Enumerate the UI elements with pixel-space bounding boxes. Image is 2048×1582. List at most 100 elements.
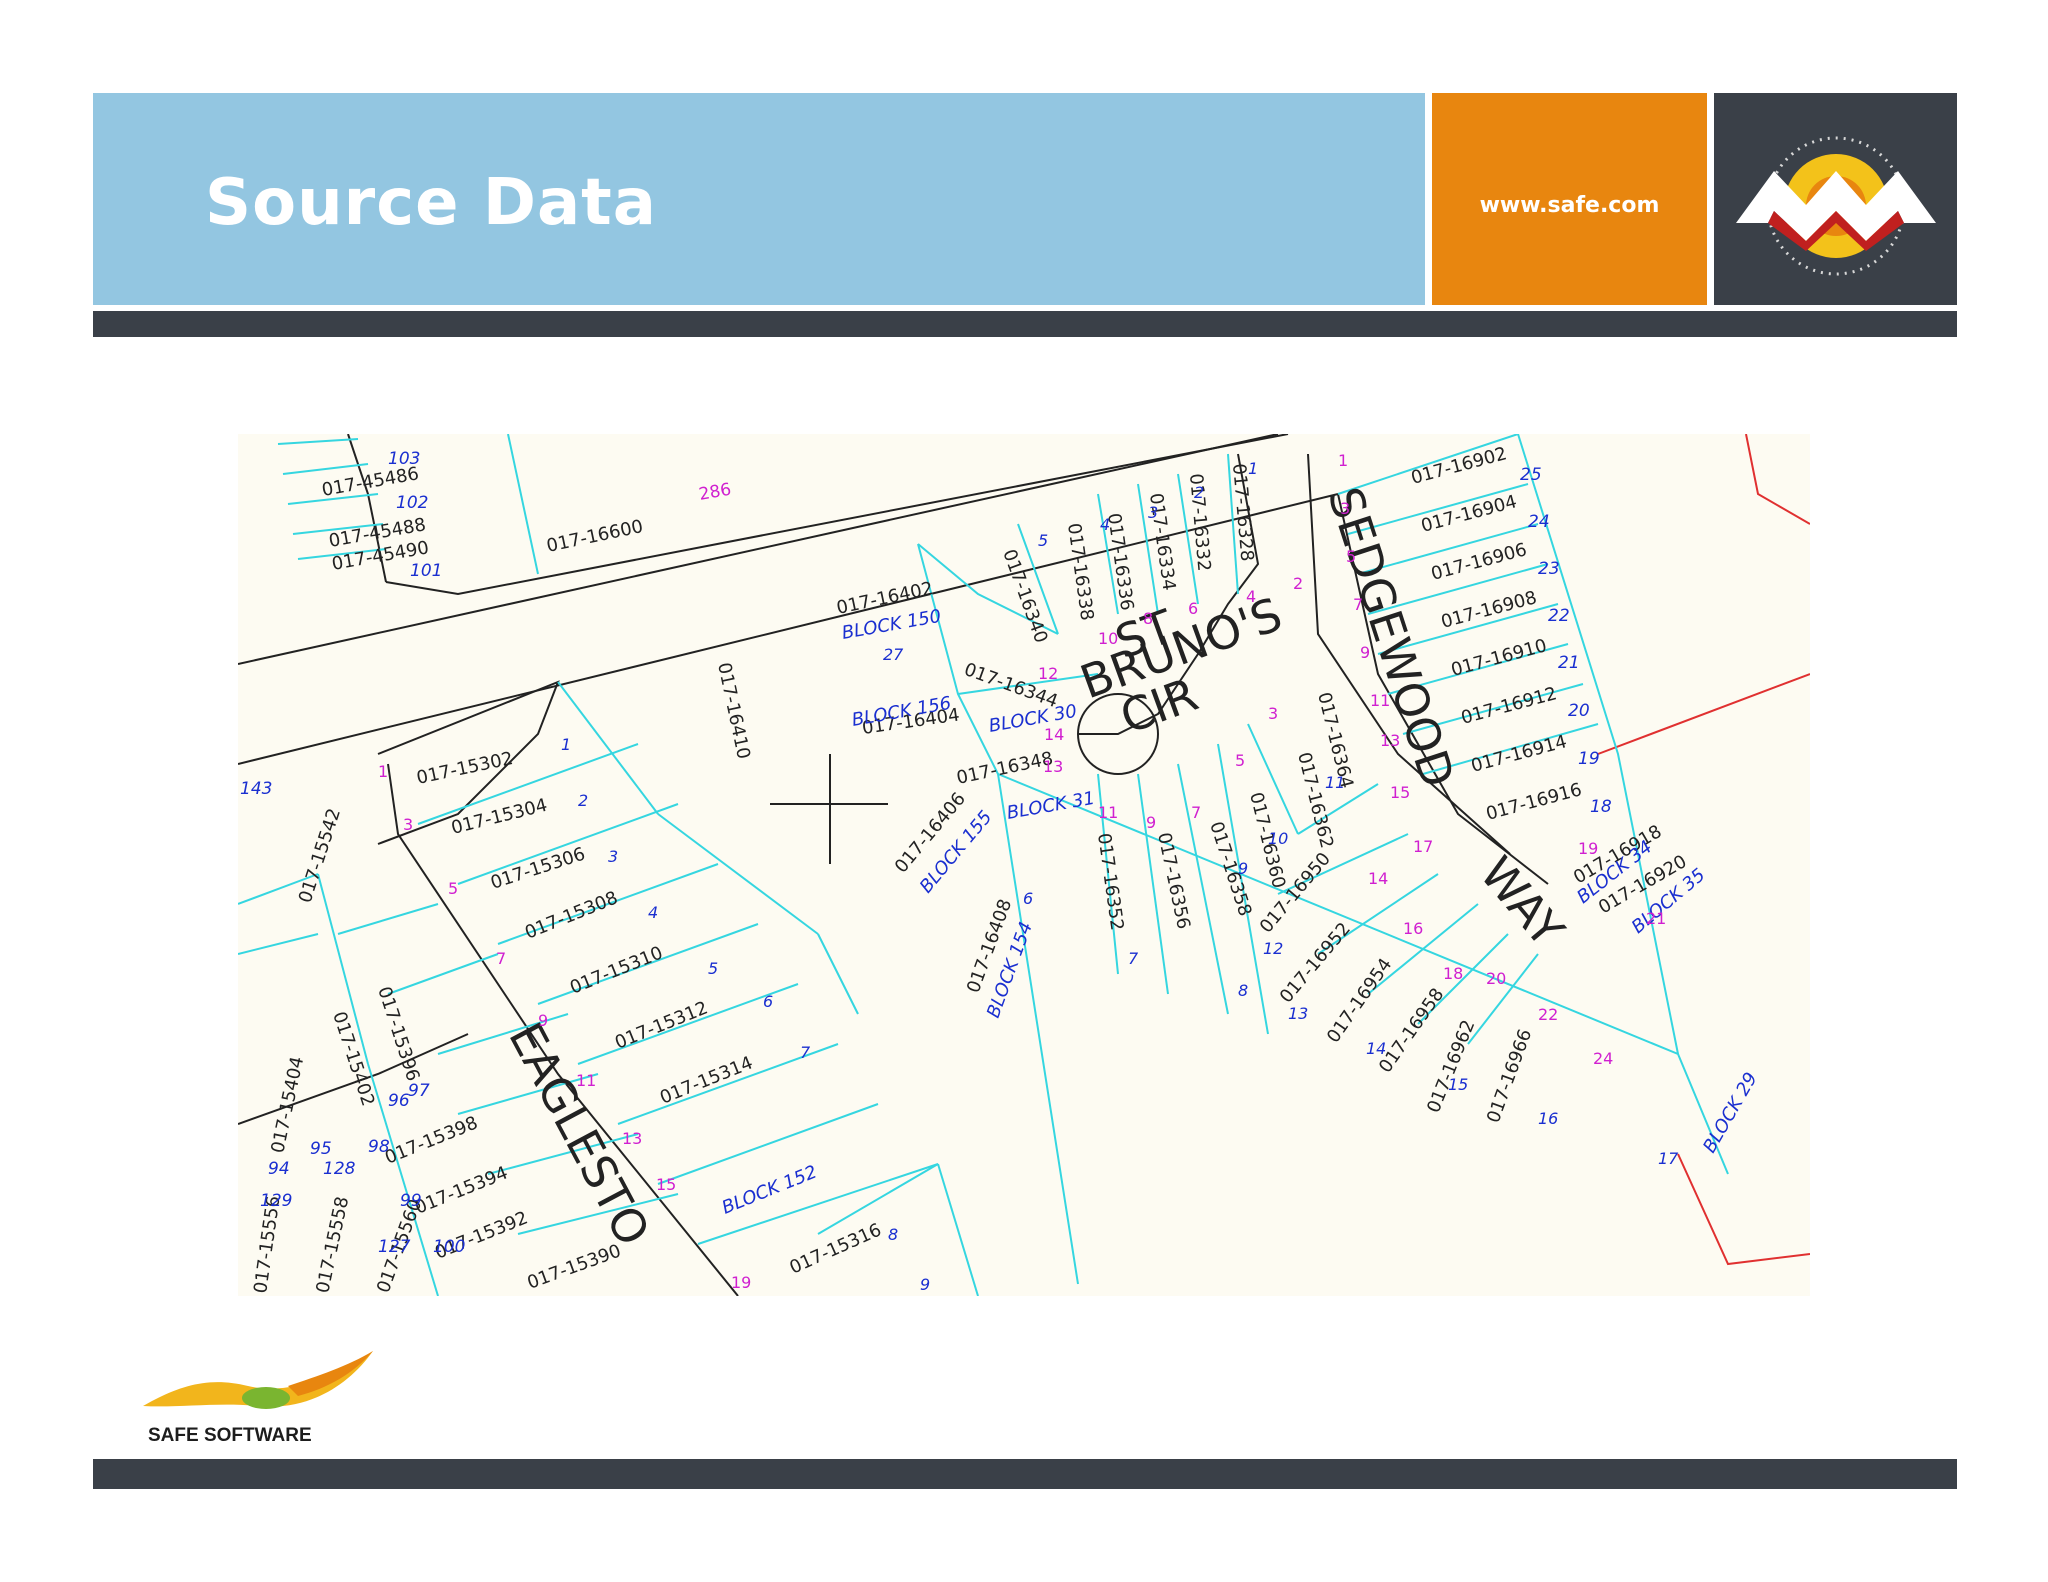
map-digit: 10	[1098, 629, 1118, 648]
parcel-id: 017-15404	[267, 1055, 308, 1155]
map-digit: 4	[1246, 587, 1256, 606]
lot-number: 97	[408, 1081, 430, 1101]
map-digit: 5	[1346, 547, 1356, 566]
parcel-id-labels: 017-45486 017-45488 017-45490 017-16600 …	[250, 443, 1690, 1296]
map-digit: 12	[1038, 664, 1058, 683]
parcel-id: 017-16952	[1276, 919, 1355, 1008]
map-digit: 18	[1443, 964, 1463, 983]
slide-title: Source Data	[205, 166, 657, 240]
fme-logo-icon	[1736, 136, 1936, 276]
map-digit: 24	[1593, 1049, 1613, 1068]
parcel-id: 017-15310	[567, 942, 666, 998]
parcel-id: 017-15558	[312, 1195, 353, 1295]
map-digit: 19	[1578, 839, 1598, 858]
lot-number: 21	[1558, 653, 1580, 673]
map-digit: 13	[1043, 757, 1063, 776]
map-digit: 4	[648, 903, 658, 922]
map-digit: 27	[883, 645, 904, 664]
parcel-id: 017-15308	[522, 887, 621, 943]
parcel-id: 017-16954	[1323, 954, 1396, 1046]
parcel-id: 017-16352	[1093, 832, 1127, 932]
magenta-lot-numbers: 286	[697, 480, 732, 505]
map-digit: 14	[1366, 1039, 1386, 1058]
map-digit: 7	[496, 949, 506, 968]
map-digit: 2	[1293, 574, 1303, 593]
map-digit: 16	[1403, 919, 1423, 938]
map-digit: 5	[1038, 531, 1048, 550]
lot-number: 22	[1548, 606, 1570, 626]
map-digit: 11	[1325, 773, 1345, 792]
map-digit: 11	[1098, 803, 1118, 822]
map-digit: 3	[403, 815, 413, 834]
street-way: WAY	[1470, 846, 1576, 957]
map-digit: 13	[622, 1129, 642, 1148]
lot-number: 23	[1538, 559, 1560, 579]
lot-number: 18	[1590, 797, 1612, 817]
lot-number: 94	[268, 1159, 290, 1179]
map-digit: 12	[1263, 939, 1283, 958]
map-digit: 8	[888, 1225, 898, 1244]
map-digit: 6	[1023, 889, 1033, 908]
parcel-id: 017-16916	[1484, 779, 1584, 825]
map-digit: 1	[378, 762, 388, 781]
map-digit: 9	[538, 1011, 548, 1030]
map-canvas: SEDGEWOOD WAY ST BRUNO'S CIR EAGLESTO 01…	[238, 434, 1810, 1296]
parcel-id: 017-15312	[612, 997, 711, 1053]
map-digit: 5	[708, 959, 718, 978]
parcel-id: 017-16906	[1429, 539, 1529, 585]
parcel-id: 017-16966	[1483, 1026, 1536, 1125]
lot-number: 129	[260, 1191, 292, 1211]
parcel-id: 017-16348	[955, 748, 1055, 789]
lot-number: 101	[410, 561, 442, 581]
map-digit: 5	[1235, 751, 1245, 770]
map-digit: 7	[800, 1043, 811, 1062]
lot-number: 20	[1568, 701, 1590, 721]
parcel-id: 017-15402	[328, 1009, 378, 1109]
parcel-id: 017-15394	[412, 1162, 511, 1218]
parcel-id: 017-16908	[1439, 587, 1539, 633]
lot-number: 24	[1528, 512, 1550, 532]
website-link[interactable]: www.safe.com	[1432, 193, 1707, 218]
map-digit: 8	[1238, 981, 1248, 1000]
parcel-id: 017-15314	[657, 1052, 756, 1108]
parcel-id: 017-15304	[449, 795, 549, 839]
parcel-id: 017-16902	[1409, 443, 1509, 489]
map-digit: 5	[448, 879, 458, 898]
parcel-id: 017-16600	[545, 516, 645, 557]
map-digit: 6	[1188, 599, 1198, 618]
map-digit: 14	[1044, 725, 1064, 744]
map-digit: 7	[1128, 949, 1139, 968]
map-digit: 8	[1143, 609, 1153, 628]
lot-number: 95	[310, 1139, 332, 1159]
map-digit: 15	[1448, 1075, 1468, 1094]
map-digit: 1	[1248, 459, 1258, 478]
block-label: BLOCK 29	[1699, 1069, 1762, 1157]
lot-number: 96	[388, 1091, 410, 1111]
lot-number: 98	[368, 1137, 390, 1157]
map-digit: 2	[578, 791, 588, 810]
parcel-id: 017-16338	[1063, 522, 1097, 622]
parcel-id: 017-15316	[786, 1219, 884, 1278]
cadastral-map: SEDGEWOOD WAY ST BRUNO'S CIR EAGLESTO 01…	[238, 434, 1810, 1296]
parcel-id: 017-15306	[488, 843, 588, 893]
lot-number: 102	[396, 493, 428, 513]
map-digit: 9	[920, 1275, 930, 1294]
map-digit: 1	[1338, 451, 1348, 470]
map-digit: 11	[576, 1071, 596, 1090]
lot-number: 286	[697, 480, 732, 505]
map-digit: 4	[1100, 515, 1110, 534]
parcel-id: 017-16958	[1375, 984, 1448, 1076]
map-digit: 14	[1368, 869, 1388, 888]
map-digit: 3	[1268, 704, 1278, 723]
parcel-id: 017-16356	[1153, 831, 1194, 931]
parcel-id: 017-16962	[1423, 1017, 1479, 1116]
safe-logo-ellipse	[242, 1387, 290, 1409]
parcel-id: 017-16904	[1419, 491, 1519, 537]
parcel-id: 017-15542	[295, 806, 345, 906]
map-digit: 20	[1486, 969, 1506, 988]
map-digit: 3	[1340, 499, 1350, 518]
map-digit: 7	[1191, 803, 1201, 822]
map-digit: 22	[1538, 1005, 1558, 1024]
map-digit: 1	[561, 735, 571, 754]
map-digit: 17	[1413, 837, 1433, 856]
